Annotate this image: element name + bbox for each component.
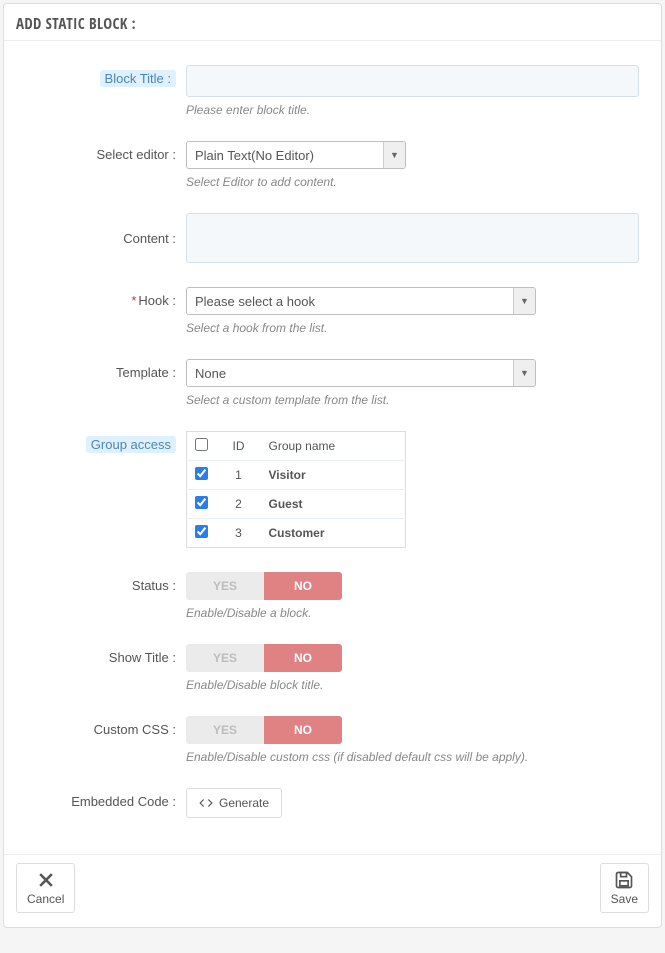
cell-name: Customer xyxy=(261,519,406,548)
cancel-label: Cancel xyxy=(27,892,64,906)
label-group-access: Group access xyxy=(86,436,176,453)
row-template: Template : None ▼ Select a custom templa… xyxy=(26,359,639,407)
show-title-toggle[interactable]: YES NO xyxy=(186,644,342,672)
label-show-title: Show Title : xyxy=(26,644,186,666)
chevron-down-icon: ▼ xyxy=(383,142,405,168)
select-editor[interactable]: Plain Text(No Editor) ▼ xyxy=(186,141,406,169)
toggle-no: NO xyxy=(264,644,342,672)
label-custom-css: Custom CSS : xyxy=(26,716,186,738)
content-textarea[interactable] xyxy=(186,213,639,263)
group-check-all[interactable] xyxy=(195,438,208,451)
cell-id: 1 xyxy=(217,461,261,490)
label-block-title: Block Title : xyxy=(100,70,176,87)
cell-id: 2 xyxy=(217,490,261,519)
close-icon xyxy=(36,870,56,890)
label-hook: Hook : xyxy=(138,293,176,308)
table-row: 2 Guest xyxy=(187,490,406,519)
col-id: ID xyxy=(217,432,261,461)
cell-name: Visitor xyxy=(261,461,406,490)
toggle-yes: YES xyxy=(186,716,264,744)
row-show-title: Show Title : YES NO Enable/Disable block… xyxy=(26,644,639,692)
save-label: Save xyxy=(611,892,638,906)
toggle-yes: YES xyxy=(186,644,264,672)
cancel-button[interactable]: Cancel xyxy=(16,863,75,913)
form-body: Block Title : Please enter block title. … xyxy=(4,41,661,834)
label-content: Content : xyxy=(26,213,186,247)
row-group-access: Group access ID Group name 1 xyxy=(26,431,639,548)
generate-button[interactable]: Generate xyxy=(186,788,282,818)
select-editor-value: Plain Text(No Editor) xyxy=(187,148,383,163)
label-embedded-code: Embedded Code : xyxy=(26,788,186,810)
help-show-title: Enable/Disable block title. xyxy=(186,678,639,692)
toggle-no: NO xyxy=(264,716,342,744)
group-access-table: ID Group name 1 Visitor 2 xyxy=(186,431,406,548)
panel-footer: Cancel Save xyxy=(4,854,661,917)
row-status: Status : YES NO Enable/Disable a block. xyxy=(26,572,639,620)
col-name: Group name xyxy=(261,432,406,461)
block-title-input[interactable] xyxy=(186,65,639,97)
select-template-value: None xyxy=(187,366,513,381)
row-embedded-code: Embedded Code : Generate xyxy=(26,788,639,818)
generate-label: Generate xyxy=(219,796,269,810)
help-status: Enable/Disable a block. xyxy=(186,606,639,620)
row-select-editor: Select editor : Plain Text(No Editor) ▼ … xyxy=(26,141,639,189)
cell-name: Guest xyxy=(261,490,406,519)
help-custom-css: Enable/Disable custom css (if disabled d… xyxy=(186,750,639,764)
chevron-down-icon: ▼ xyxy=(513,360,535,386)
label-select-editor: Select editor : xyxy=(26,141,186,163)
label-template: Template : xyxy=(26,359,186,381)
help-hook: Select a hook from the list. xyxy=(186,321,639,335)
required-star: * xyxy=(131,293,136,308)
cell-id: 3 xyxy=(217,519,261,548)
code-icon xyxy=(199,796,213,810)
group-check[interactable] xyxy=(195,525,208,538)
help-editor: Select Editor to add content. xyxy=(186,175,639,189)
panel-title: ADD STATIC BLOCK : xyxy=(4,4,661,41)
status-toggle[interactable]: YES NO xyxy=(186,572,342,600)
select-hook-value: Please select a hook xyxy=(187,294,513,309)
chevron-down-icon: ▼ xyxy=(513,288,535,314)
help-block-title: Please enter block title. xyxy=(186,103,639,117)
group-check[interactable] xyxy=(195,496,208,509)
toggle-no: NO xyxy=(264,572,342,600)
select-hook[interactable]: Please select a hook ▼ xyxy=(186,287,536,315)
toggle-yes: YES xyxy=(186,572,264,600)
row-content: Content : xyxy=(26,213,639,263)
group-check[interactable] xyxy=(195,467,208,480)
help-template: Select a custom template from the list. xyxy=(186,393,639,407)
row-custom-css: Custom CSS : YES NO Enable/Disable custo… xyxy=(26,716,639,764)
table-row: 1 Visitor xyxy=(187,461,406,490)
table-row: 3 Customer xyxy=(187,519,406,548)
select-template[interactable]: None ▼ xyxy=(186,359,536,387)
add-static-block-panel: ADD STATIC BLOCK : Block Title : Please … xyxy=(3,3,662,928)
label-status: Status : xyxy=(26,572,186,594)
row-block-title: Block Title : Please enter block title. xyxy=(26,65,639,117)
save-button[interactable]: Save xyxy=(600,863,649,913)
row-hook: *Hook : Please select a hook ▼ Select a … xyxy=(26,287,639,335)
custom-css-toggle[interactable]: YES NO xyxy=(186,716,342,744)
save-icon xyxy=(614,870,634,890)
